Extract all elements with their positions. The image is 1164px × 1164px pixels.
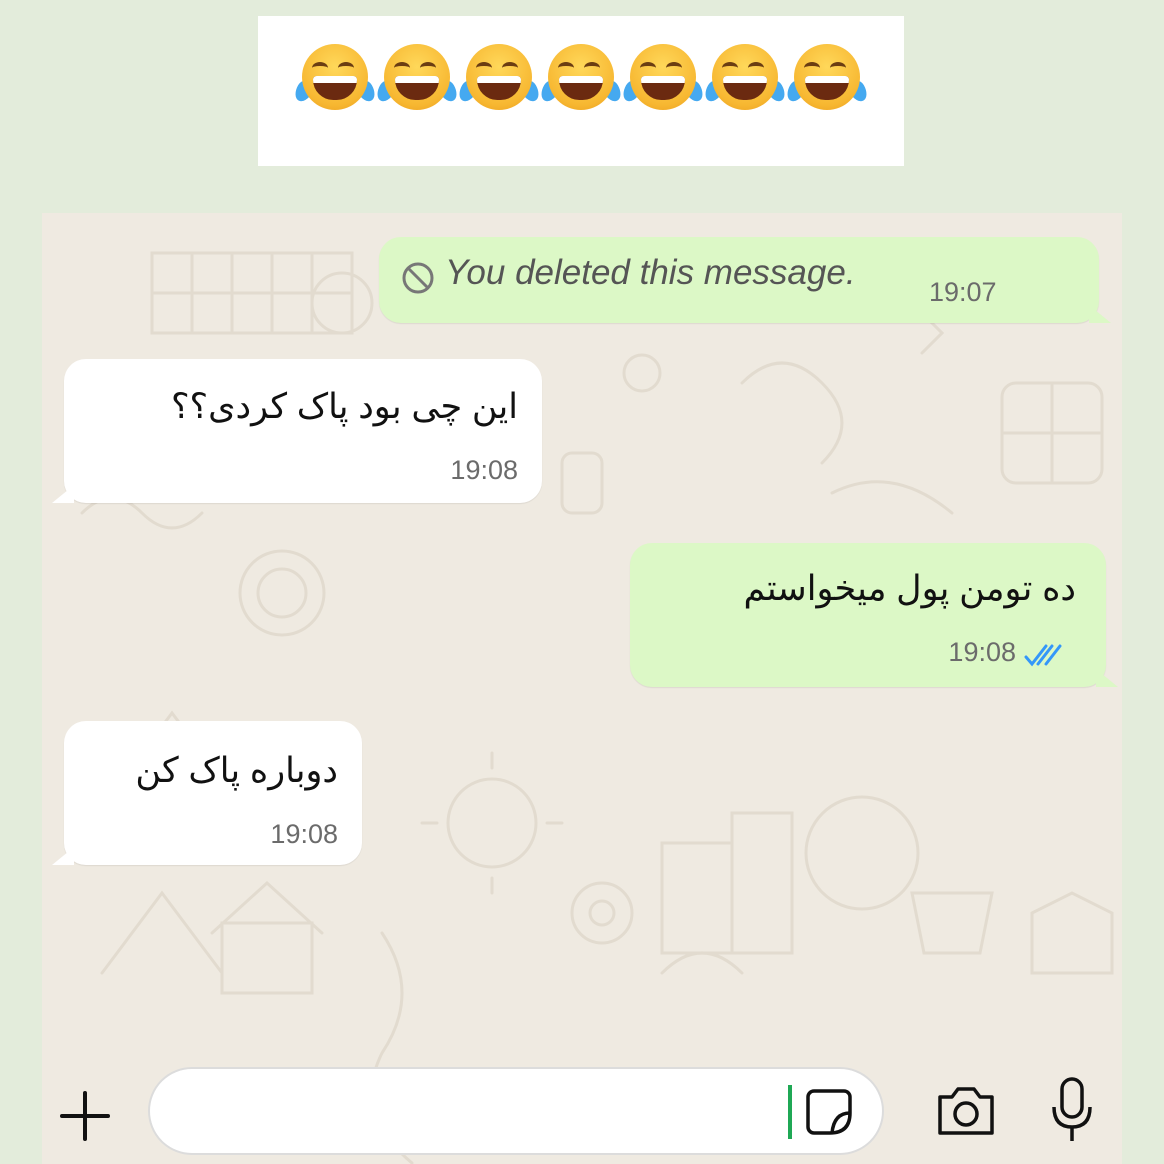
message-text: این چی بود پاک کردی؟؟ — [170, 387, 518, 426]
camera-icon[interactable] — [934, 1083, 998, 1139]
tears-of-joy-emoji — [783, 44, 871, 118]
plus-icon[interactable] — [58, 1089, 112, 1143]
message-time: 19:07 — [929, 277, 997, 307]
tears-of-joy-emoji — [373, 44, 461, 118]
message-text: ده تومن پول میخواستم — [743, 569, 1076, 608]
tears-of-joy-emoji — [291, 44, 379, 118]
message-bubble-incoming[interactable]: این چی بود پاک کردی؟؟ 19:08 — [52, 359, 542, 503]
tears-of-joy-emoji — [537, 44, 625, 118]
message-time: 19:08 — [948, 637, 1016, 667]
message-time: 19:08 — [270, 819, 338, 849]
microphone-icon[interactable] — [1050, 1075, 1094, 1145]
sticker-icon[interactable] — [804, 1087, 854, 1137]
message-bubble-deleted[interactable]: You deleted this message. 19:07 — [379, 237, 1111, 323]
chat-wallpaper — [80, 251, 1114, 1164]
message-text: دوباره پاک کن — [135, 751, 338, 790]
message-time: 19:08 — [450, 455, 518, 485]
tears-of-joy-emoji — [701, 44, 789, 118]
deleted-message-text: You deleted this message. — [445, 253, 856, 292]
message-bubble-incoming[interactable]: دوباره پاک کن 19:08 — [52, 721, 362, 865]
emoji-card — [258, 16, 904, 166]
text-cursor — [788, 1085, 792, 1139]
read-receipt-icon — [1024, 644, 1062, 667]
chat-pane: You deleted this message. 19:07 این چی ب… — [42, 213, 1122, 1164]
tears-of-joy-emoji — [455, 44, 543, 118]
blocked-icon — [402, 262, 434, 294]
message-input[interactable] — [148, 1067, 884, 1155]
top-banner — [0, 0, 1164, 213]
message-bubble-outgoing[interactable]: ده تومن پول میخواستم 19:08 — [630, 543, 1118, 687]
tears-of-joy-emoji — [619, 44, 707, 118]
